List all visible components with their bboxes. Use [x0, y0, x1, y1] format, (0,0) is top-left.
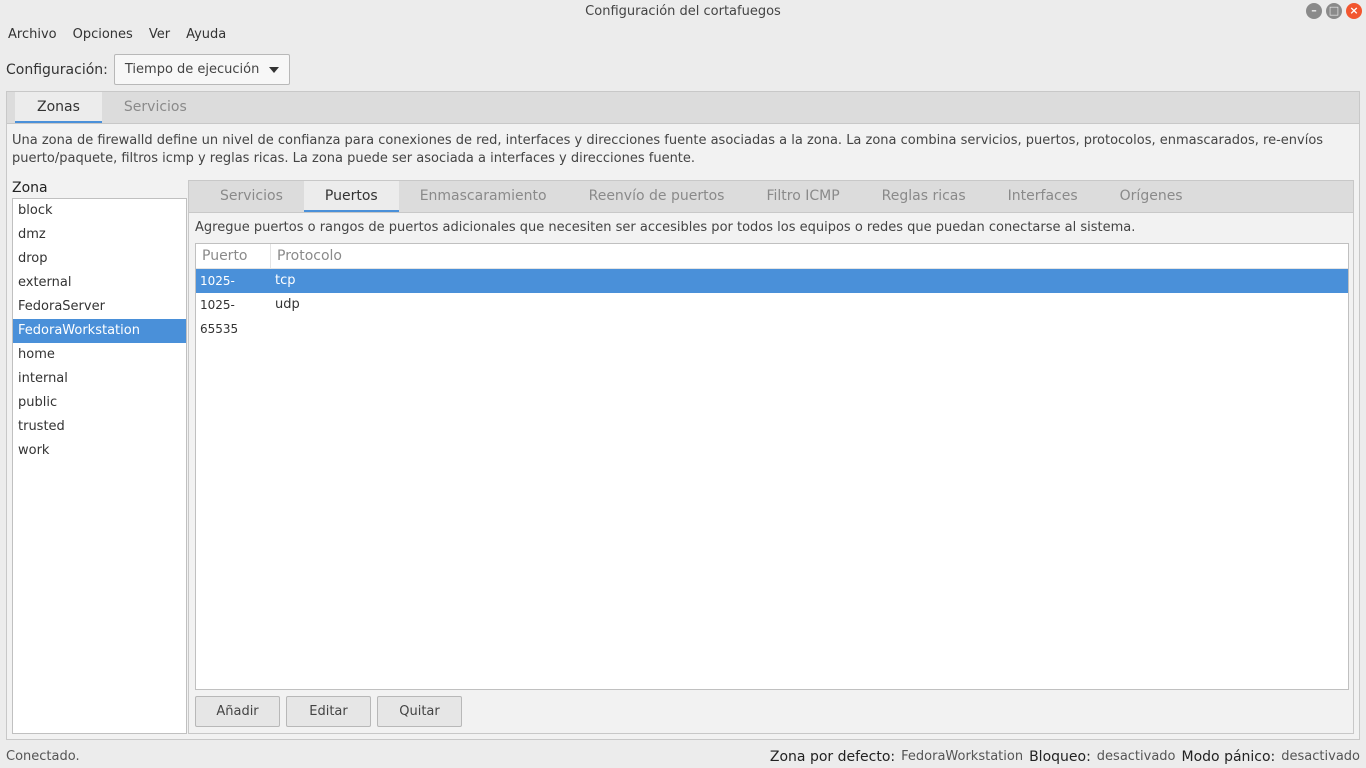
tab-zone-origenes[interactable]: Orígenes	[1099, 181, 1204, 212]
edit-button[interactable]: Editar	[286, 696, 371, 727]
zone-item-dmz[interactable]: dmz	[13, 223, 186, 247]
status-details: Zona por defecto: FedoraWorkstation Bloq…	[770, 746, 1360, 768]
tab-zone-enmascaramiento[interactable]: Enmascaramiento	[399, 181, 568, 212]
tab-zonas[interactable]: Zonas	[15, 92, 102, 123]
panic-mode-value: desactivado	[1281, 749, 1360, 764]
maximize-icon[interactable]: □	[1326, 3, 1342, 19]
close-icon[interactable]: ×	[1346, 3, 1362, 19]
zone-settings-panel: Servicios Puertos Enmascaramiento Reenví…	[188, 180, 1354, 734]
ports-table: Puerto Protocolo 1025-65535 tcp 1025-655…	[195, 243, 1349, 690]
zone-list-label: Zona	[12, 180, 48, 196]
zone-item-block[interactable]: block	[13, 199, 186, 223]
port-cell: 1025-65535	[200, 298, 239, 336]
zone-item-trusted[interactable]: trusted	[13, 415, 186, 439]
configuration-value: Tiempo de ejecución	[124, 62, 260, 77]
lockdown-label: Bloqueo:	[1029, 749, 1091, 765]
tab-zone-filtro-icmp[interactable]: Filtro ICMP	[745, 181, 860, 212]
ports-button-row: Añadir Editar Quitar	[195, 696, 462, 727]
default-zone-value: FedoraWorkstation	[901, 749, 1024, 764]
menu-ayuda[interactable]: Ayuda	[178, 24, 234, 46]
zone-list: block dmz drop external FedoraServer Fed…	[12, 198, 187, 734]
configuration-dropdown[interactable]: Tiempo de ejecución	[113, 54, 291, 85]
column-header-protocolo[interactable]: Protocolo	[271, 244, 342, 268]
protocol-cell: udp	[275, 297, 300, 312]
window-title: Configuración del cortafuegos	[585, 4, 781, 19]
column-header-puerto[interactable]: Puerto	[196, 244, 271, 268]
zone-item-public[interactable]: public	[13, 391, 186, 415]
zone-item-fedoraworkstation[interactable]: FedoraWorkstation	[13, 319, 186, 343]
tab-zone-servicios[interactable]: Servicios	[199, 181, 304, 212]
table-row[interactable]: 1025-65535 udp	[196, 293, 1348, 336]
menu-ver[interactable]: Ver	[141, 24, 178, 46]
title-bar: Configuración del cortafuegos – □ ×	[0, 0, 1366, 24]
port-cell: 1025-65535	[200, 274, 239, 312]
menu-archivo[interactable]: Archivo	[0, 24, 65, 46]
zone-item-drop[interactable]: drop	[13, 247, 186, 271]
zone-description: Una zona de firewalld define un nivel de…	[12, 133, 1324, 166]
tab-zone-puertos[interactable]: Puertos	[303, 181, 399, 212]
window-controls: – □ ×	[1306, 3, 1362, 19]
tab-zone-reglas-ricas[interactable]: Reglas ricas	[861, 181, 987, 212]
configuration-label: Configuración:	[6, 61, 108, 78]
minimize-icon[interactable]: –	[1306, 3, 1322, 19]
zone-item-external[interactable]: external	[13, 271, 186, 295]
chevron-down-icon	[269, 66, 280, 73]
zone-item-work[interactable]: work	[13, 439, 186, 463]
zone-tab-bar: Servicios Puertos Enmascaramiento Reenví…	[189, 181, 1353, 213]
ports-description: Agregue puertos o rangos de puertos adic…	[195, 220, 1136, 235]
zone-item-internal[interactable]: internal	[13, 367, 186, 391]
remove-button[interactable]: Quitar	[377, 696, 462, 727]
protocol-cell: tcp	[275, 273, 296, 288]
configuration-row: Configuración: Tiempo de ejecución	[6, 54, 291, 85]
main-panel: Zonas Servicios Una zona de firewalld de…	[6, 91, 1360, 740]
zone-item-fedoraserver[interactable]: FedoraServer	[13, 295, 186, 319]
status-bar: Conectado. Zona por defecto: FedoraWorks…	[0, 746, 1366, 768]
lockdown-value: desactivado	[1096, 749, 1176, 764]
tab-servicios[interactable]: Servicios	[102, 92, 209, 123]
menu-opciones[interactable]: Opciones	[65, 24, 141, 46]
table-header: Puerto Protocolo	[196, 244, 1348, 269]
add-button[interactable]: Añadir	[195, 696, 280, 727]
main-tab-bar: Zonas Servicios	[7, 92, 1359, 124]
zone-item-home[interactable]: home	[13, 343, 186, 367]
table-row[interactable]: 1025-65535 tcp	[196, 269, 1348, 312]
tab-zone-interfaces[interactable]: Interfaces	[987, 181, 1099, 212]
panic-mode-label: Modo pánico:	[1181, 749, 1276, 765]
connection-status: Conectado.	[6, 749, 80, 764]
menu-bar: Archivo Opciones Ver Ayuda	[0, 24, 234, 46]
tab-zone-reenvio[interactable]: Reenvío de puertos	[568, 181, 746, 212]
default-zone-label: Zona por defecto:	[769, 749, 896, 765]
